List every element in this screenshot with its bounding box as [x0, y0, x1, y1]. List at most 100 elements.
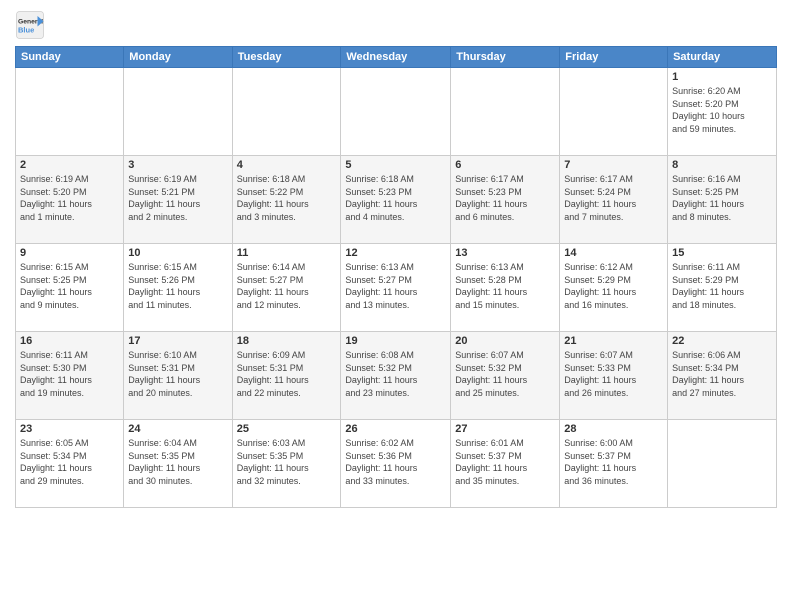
day-number: 25: [237, 423, 337, 435]
day-number: 2: [20, 159, 119, 171]
day-info: Sunrise: 6:15 AM Sunset: 5:26 PM Dayligh…: [128, 261, 227, 311]
calendar-cell: 22 Sunrise: 6:06 AM Sunset: 5:34 PM Dayli…: [668, 332, 777, 420]
day-number: 15: [672, 247, 772, 259]
calendar-week-1: 1 Sunrise: 6:20 AM Sunset: 5:20 PM Daylig…: [16, 68, 777, 156]
calendar-cell: [16, 68, 124, 156]
day-number: 24: [128, 423, 227, 435]
day-header-monday: Monday: [124, 47, 232, 68]
day-number: 3: [128, 159, 227, 171]
calendar-cell: 25 Sunrise: 6:03 AM Sunset: 5:35 PM Dayli…: [232, 420, 341, 508]
calendar-cell: 3 Sunrise: 6:19 AM Sunset: 5:21 PM Daylig…: [124, 156, 232, 244]
day-header-saturday: Saturday: [668, 47, 777, 68]
svg-text:Blue: Blue: [18, 26, 34, 35]
calendar-cell: 6 Sunrise: 6:17 AM Sunset: 5:23 PM Daylig…: [451, 156, 560, 244]
day-number: 12: [345, 247, 446, 259]
day-info: Sunrise: 6:10 AM Sunset: 5:31 PM Dayligh…: [128, 349, 227, 399]
day-number: 21: [564, 335, 663, 347]
day-number: 1: [672, 71, 772, 83]
day-header-tuesday: Tuesday: [232, 47, 341, 68]
day-info: Sunrise: 6:05 AM Sunset: 5:34 PM Dayligh…: [20, 437, 119, 487]
day-number: 8: [672, 159, 772, 171]
day-number: 17: [128, 335, 227, 347]
day-number: 7: [564, 159, 663, 171]
day-info: Sunrise: 6:17 AM Sunset: 5:24 PM Dayligh…: [564, 173, 663, 223]
calendar-week-3: 9 Sunrise: 6:15 AM Sunset: 5:25 PM Daylig…: [16, 244, 777, 332]
calendar-cell: 24 Sunrise: 6:04 AM Sunset: 5:35 PM Dayli…: [124, 420, 232, 508]
day-info: Sunrise: 6:01 AM Sunset: 5:37 PM Dayligh…: [455, 437, 555, 487]
calendar-cell: 13 Sunrise: 6:13 AM Sunset: 5:28 PM Dayli…: [451, 244, 560, 332]
calendar-cell: 20 Sunrise: 6:07 AM Sunset: 5:32 PM Dayli…: [451, 332, 560, 420]
calendar-cell: 21 Sunrise: 6:07 AM Sunset: 5:33 PM Dayli…: [560, 332, 668, 420]
calendar-week-4: 16 Sunrise: 6:11 AM Sunset: 5:30 PM Dayli…: [16, 332, 777, 420]
day-number: 6: [455, 159, 555, 171]
calendar-cell: 12 Sunrise: 6:13 AM Sunset: 5:27 PM Dayli…: [341, 244, 451, 332]
calendar-cell: 17 Sunrise: 6:10 AM Sunset: 5:31 PM Dayli…: [124, 332, 232, 420]
day-info: Sunrise: 6:18 AM Sunset: 5:22 PM Dayligh…: [237, 173, 337, 223]
day-info: Sunrise: 6:03 AM Sunset: 5:35 PM Dayligh…: [237, 437, 337, 487]
day-info: Sunrise: 6:19 AM Sunset: 5:21 PM Dayligh…: [128, 173, 227, 223]
day-info: Sunrise: 6:06 AM Sunset: 5:34 PM Dayligh…: [672, 349, 772, 399]
calendar-cell: 14 Sunrise: 6:12 AM Sunset: 5:29 PM Dayli…: [560, 244, 668, 332]
day-number: 9: [20, 247, 119, 259]
day-number: 5: [345, 159, 446, 171]
day-info: Sunrise: 6:19 AM Sunset: 5:20 PM Dayligh…: [20, 173, 119, 223]
day-info: Sunrise: 6:18 AM Sunset: 5:23 PM Dayligh…: [345, 173, 446, 223]
calendar-cell: 9 Sunrise: 6:15 AM Sunset: 5:25 PM Daylig…: [16, 244, 124, 332]
calendar-cell: 28 Sunrise: 6:00 AM Sunset: 5:37 PM Dayli…: [560, 420, 668, 508]
day-info: Sunrise: 6:02 AM Sunset: 5:36 PM Dayligh…: [345, 437, 446, 487]
calendar-cell: 5 Sunrise: 6:18 AM Sunset: 5:23 PM Daylig…: [341, 156, 451, 244]
day-header-thursday: Thursday: [451, 47, 560, 68]
day-info: Sunrise: 6:13 AM Sunset: 5:28 PM Dayligh…: [455, 261, 555, 311]
day-info: Sunrise: 6:11 AM Sunset: 5:29 PM Dayligh…: [672, 261, 772, 311]
calendar-cell: 18Sunrise: 6:09 AM Sunset: 5:31 PM Dayli…: [232, 332, 341, 420]
calendar-table: SundayMondayTuesdayWednesdayThursdayFrid…: [15, 46, 777, 508]
calendar-cell: 7 Sunrise: 6:17 AM Sunset: 5:24 PM Daylig…: [560, 156, 668, 244]
day-number: 13: [455, 247, 555, 259]
calendar-cell: 27 Sunrise: 6:01 AM Sunset: 5:37 PM Dayli…: [451, 420, 560, 508]
day-number: 26: [345, 423, 446, 435]
calendar-cell: 10Sunrise: 6:15 AM Sunset: 5:26 PM Dayli…: [124, 244, 232, 332]
calendar-cell: [232, 68, 341, 156]
calendar-week-2: 2 Sunrise: 6:19 AM Sunset: 5:20 PM Daylig…: [16, 156, 777, 244]
day-info: Sunrise: 6:16 AM Sunset: 5:25 PM Dayligh…: [672, 173, 772, 223]
calendar-header-row: SundayMondayTuesdayWednesdayThursdayFrid…: [16, 47, 777, 68]
day-info: Sunrise: 6:15 AM Sunset: 5:25 PM Dayligh…: [20, 261, 119, 311]
logo-icon: General Blue: [15, 10, 45, 40]
logo: General Blue: [15, 10, 45, 40]
calendar-cell: [124, 68, 232, 156]
calendar-cell: 19 Sunrise: 6:08 AM Sunset: 5:32 PM Dayli…: [341, 332, 451, 420]
calendar-week-5: 23 Sunrise: 6:05 AM Sunset: 5:34 PM Dayli…: [16, 420, 777, 508]
day-number: 23: [20, 423, 119, 435]
calendar-cell: 26 Sunrise: 6:02 AM Sunset: 5:36 PM Dayli…: [341, 420, 451, 508]
day-number: 28: [564, 423, 663, 435]
day-info: Sunrise: 6:12 AM Sunset: 5:29 PM Dayligh…: [564, 261, 663, 311]
day-info: Sunrise: 6:08 AM Sunset: 5:32 PM Dayligh…: [345, 349, 446, 399]
day-info: Sunrise: 6:13 AM Sunset: 5:27 PM Dayligh…: [345, 261, 446, 311]
day-number: 14: [564, 247, 663, 259]
calendar-container: General Blue SundayMondayTuesdayWednesda…: [0, 0, 792, 612]
day-header-wednesday: Wednesday: [341, 47, 451, 68]
day-number: 11: [237, 247, 337, 259]
calendar-cell: [451, 68, 560, 156]
day-info: Sunrise: 6:07 AM Sunset: 5:33 PM Dayligh…: [564, 349, 663, 399]
calendar-cell: 1 Sunrise: 6:20 AM Sunset: 5:20 PM Daylig…: [668, 68, 777, 156]
calendar-cell: 4Sunrise: 6:18 AM Sunset: 5:22 PM Daylig…: [232, 156, 341, 244]
day-header-sunday: Sunday: [16, 47, 124, 68]
calendar-cell: 2 Sunrise: 6:19 AM Sunset: 5:20 PM Daylig…: [16, 156, 124, 244]
day-info: Sunrise: 6:00 AM Sunset: 5:37 PM Dayligh…: [564, 437, 663, 487]
calendar-cell: 23 Sunrise: 6:05 AM Sunset: 5:34 PM Dayli…: [16, 420, 124, 508]
day-info: Sunrise: 6:17 AM Sunset: 5:23 PM Dayligh…: [455, 173, 555, 223]
header: General Blue: [15, 10, 777, 40]
day-info: Sunrise: 6:14 AM Sunset: 5:27 PM Dayligh…: [237, 261, 337, 311]
day-header-friday: Friday: [560, 47, 668, 68]
day-number: 27: [455, 423, 555, 435]
day-info: Sunrise: 6:07 AM Sunset: 5:32 PM Dayligh…: [455, 349, 555, 399]
calendar-cell: [341, 68, 451, 156]
day-number: 20: [455, 335, 555, 347]
day-info: Sunrise: 6:11 AM Sunset: 5:30 PM Dayligh…: [20, 349, 119, 399]
day-number: 19: [345, 335, 446, 347]
day-info: Sunrise: 6:20 AM Sunset: 5:20 PM Dayligh…: [672, 85, 772, 135]
day-info: Sunrise: 6:04 AM Sunset: 5:35 PM Dayligh…: [128, 437, 227, 487]
day-number: 22: [672, 335, 772, 347]
day-number: 16: [20, 335, 119, 347]
